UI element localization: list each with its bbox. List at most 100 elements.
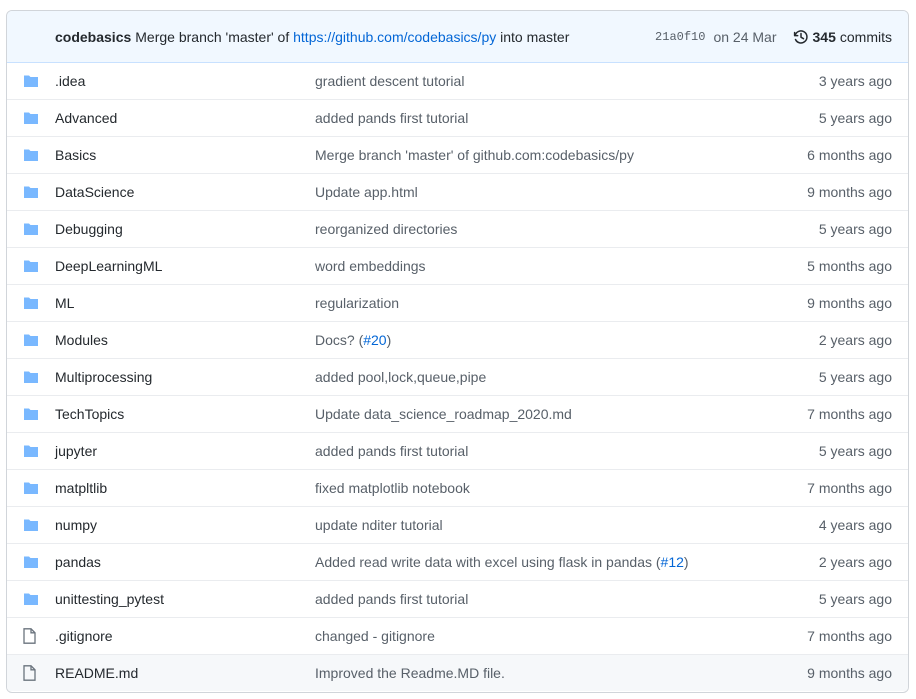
file-name-link[interactable]: Multiprocessing [55, 369, 315, 385]
file-commit-message[interactable]: added pands first tutorial [315, 591, 758, 607]
file-commit-message[interactable]: added pool,lock,queue,pipe [315, 369, 758, 385]
file-name-link[interactable]: unittesting_pytest [55, 591, 315, 607]
commit-message[interactable]: Merge branch 'master' of https://github.… [135, 29, 569, 45]
file-commit-message-text[interactable]: added pands first tutorial [315, 591, 468, 607]
file-row[interactable]: ML regularization 9 months ago [7, 284, 908, 321]
file-commit-message-text[interactable]: Improved the Readme.MD file. [315, 665, 505, 681]
file-name-link[interactable]: Basics [55, 147, 315, 163]
folder-icon [24, 297, 38, 309]
commit-message-prefix[interactable]: Merge branch 'master' of [135, 29, 289, 45]
file-commit-message[interactable]: Improved the Readme.MD file. [315, 665, 758, 681]
file-commit-message[interactable]: Merge branch 'master' of github.com:code… [315, 147, 758, 163]
file-row[interactable]: unittesting_pytest added pands first tuto… [7, 580, 908, 617]
file-name-link[interactable]: jupyter [55, 443, 315, 459]
file-name-link[interactable]: ML [55, 295, 315, 311]
file-commit-message[interactable]: Update data_science_roadmap_2020.md [315, 406, 758, 422]
folder-icon [24, 482, 38, 494]
file-commit-message-end[interactable]: ) [684, 554, 689, 570]
file-commit-message-text[interactable]: Docs? ( [315, 332, 363, 348]
file-commit-message[interactable]: update nditer tutorial [315, 517, 758, 533]
commit-author[interactable]: codebasics [55, 29, 131, 45]
file-commit-message-text[interactable]: fixed matplotlib notebook [315, 480, 470, 496]
file-commit-message-text[interactable]: added pands first tutorial [315, 443, 468, 459]
folder-icon [24, 186, 38, 198]
file-type-icon [7, 74, 55, 88]
file-commit-message[interactable]: added pands first tutorial [315, 443, 758, 459]
file-commit-message-end[interactable]: ) [387, 332, 392, 348]
file-commit-message-text[interactable]: Merge branch 'master' of github.com:code… [315, 147, 634, 163]
file-commit-message[interactable]: Update app.html [315, 184, 758, 200]
file-commit-message-text[interactable]: reorganized directories [315, 221, 457, 237]
latest-commit-bar: codebasics Merge branch 'master' of http… [7, 11, 908, 63]
file-name-link[interactable]: Debugging [55, 221, 315, 237]
file-commit-message[interactable]: changed - gitignore [315, 628, 758, 644]
file-commit-message-text[interactable]: Update app.html [315, 184, 418, 200]
file-commit-message[interactable]: fixed matplotlib notebook [315, 480, 758, 496]
file-type-icon [7, 333, 55, 347]
issue-link[interactable]: #20 [363, 332, 386, 348]
file-commit-message-text[interactable]: added pands first tutorial [315, 110, 468, 126]
file-name-link[interactable]: Advanced [55, 110, 315, 126]
file-name-link[interactable]: .idea [55, 73, 315, 89]
file-commit-message[interactable]: gradient descent tutorial [315, 73, 758, 89]
file-row[interactable]: pandas Added read write data with excel u… [7, 543, 908, 580]
file-name-link[interactable]: pandas [55, 554, 315, 570]
issue-link[interactable]: #12 [661, 554, 684, 570]
file-commit-message-text[interactable]: gradient descent tutorial [315, 73, 464, 89]
file-row[interactable]: .idea gradient descent tutorial 3 years ag… [7, 63, 908, 99]
file-row[interactable]: jupyter added pands first tutorial 5 years… [7, 432, 908, 469]
folder-icon [24, 519, 38, 531]
file-row[interactable]: matpltlib fixed matplotlib notebook 7 mont… [7, 469, 908, 506]
file-row[interactable]: README.md Improved the Readme.MD file. 9 m… [7, 654, 908, 691]
file-name-link[interactable]: TechTopics [55, 406, 315, 422]
file-commit-message[interactable]: Docs? (#20) [315, 332, 758, 348]
file-type-icon [7, 628, 55, 644]
folder-icon [24, 223, 38, 235]
folder-icon [24, 260, 38, 272]
file-row[interactable]: Basics Merge branch 'master' of github.co… [7, 136, 908, 173]
file-name-link[interactable]: matpltlib [55, 480, 315, 496]
file-name-link[interactable]: Modules [55, 332, 315, 348]
file-commit-age: 5 years ago [818, 591, 892, 607]
file-commit-message[interactable]: added pands first tutorial [315, 110, 758, 126]
commit-message-suffix[interactable]: into master [500, 29, 569, 45]
file-commit-message[interactable]: word embeddings [315, 258, 758, 274]
file-commit-age: 5 years ago [818, 369, 892, 385]
file-name-link[interactable]: DataScience [55, 184, 315, 200]
file-row[interactable]: Advanced added pands first tutorial 5 year… [7, 99, 908, 136]
file-commit-message[interactable]: reorganized directories [315, 221, 758, 237]
file-row[interactable]: numpy update nditer tutorial 4 years ago [7, 506, 908, 543]
commit-message-link[interactable]: https://github.com/codebasics/py [293, 29, 496, 45]
file-name-link[interactable]: .gitignore [55, 628, 315, 644]
file-commit-message-text[interactable]: added pool,lock,queue,pipe [315, 369, 486, 385]
file-row[interactable]: Multiprocessing added pool,lock,queue,pip… [7, 358, 908, 395]
file-commit-age: 7 months ago [807, 480, 892, 496]
file-commit-message-text[interactable]: regularization [315, 295, 399, 311]
file-commit-message-text[interactable]: Update data_science_roadmap_2020.md [315, 406, 572, 422]
file-commit-message[interactable]: Added read write data with excel using f… [315, 554, 758, 570]
file-row[interactable]: TechTopics Update data_science_roadmap_20… [7, 395, 908, 432]
file-commit-message-text[interactable]: changed - gitignore [315, 628, 435, 644]
commit-sha[interactable]: 21a0f10 [655, 30, 705, 44]
file-row[interactable]: Modules Docs? (#20) 2 years ago [7, 321, 908, 358]
file-commit-age: 4 years ago [818, 517, 892, 533]
file-row[interactable]: .gitignore changed - gitignore 7 months ag… [7, 617, 908, 654]
file-commit-message-text[interactable]: Added read write data with excel using f… [315, 554, 661, 570]
file-row[interactable]: Debugging reorganized directories 5 years … [7, 210, 908, 247]
file-commit-message[interactable]: regularization [315, 295, 758, 311]
file-row[interactable]: DeepLearningML word embeddings 5 months ag… [7, 247, 908, 284]
file-commit-age: 9 months ago [807, 184, 892, 200]
file-commit-message-text[interactable]: update nditer tutorial [315, 517, 443, 533]
file-type-icon [7, 370, 55, 384]
file-commit-message-text[interactable]: word embeddings [315, 258, 426, 274]
file-type-icon [7, 185, 55, 199]
file-name-link[interactable]: numpy [55, 517, 315, 533]
file-row[interactable]: DataScience Update app.html 9 months ago [7, 173, 908, 210]
file-name-link[interactable]: README.md [55, 665, 315, 681]
file-type-icon [7, 111, 55, 125]
folder-icon [24, 371, 38, 383]
commits-history-link[interactable]: 345 commits [793, 29, 892, 45]
folder-icon [24, 445, 38, 457]
file-type-icon [7, 259, 55, 273]
file-name-link[interactable]: DeepLearningML [55, 258, 315, 274]
